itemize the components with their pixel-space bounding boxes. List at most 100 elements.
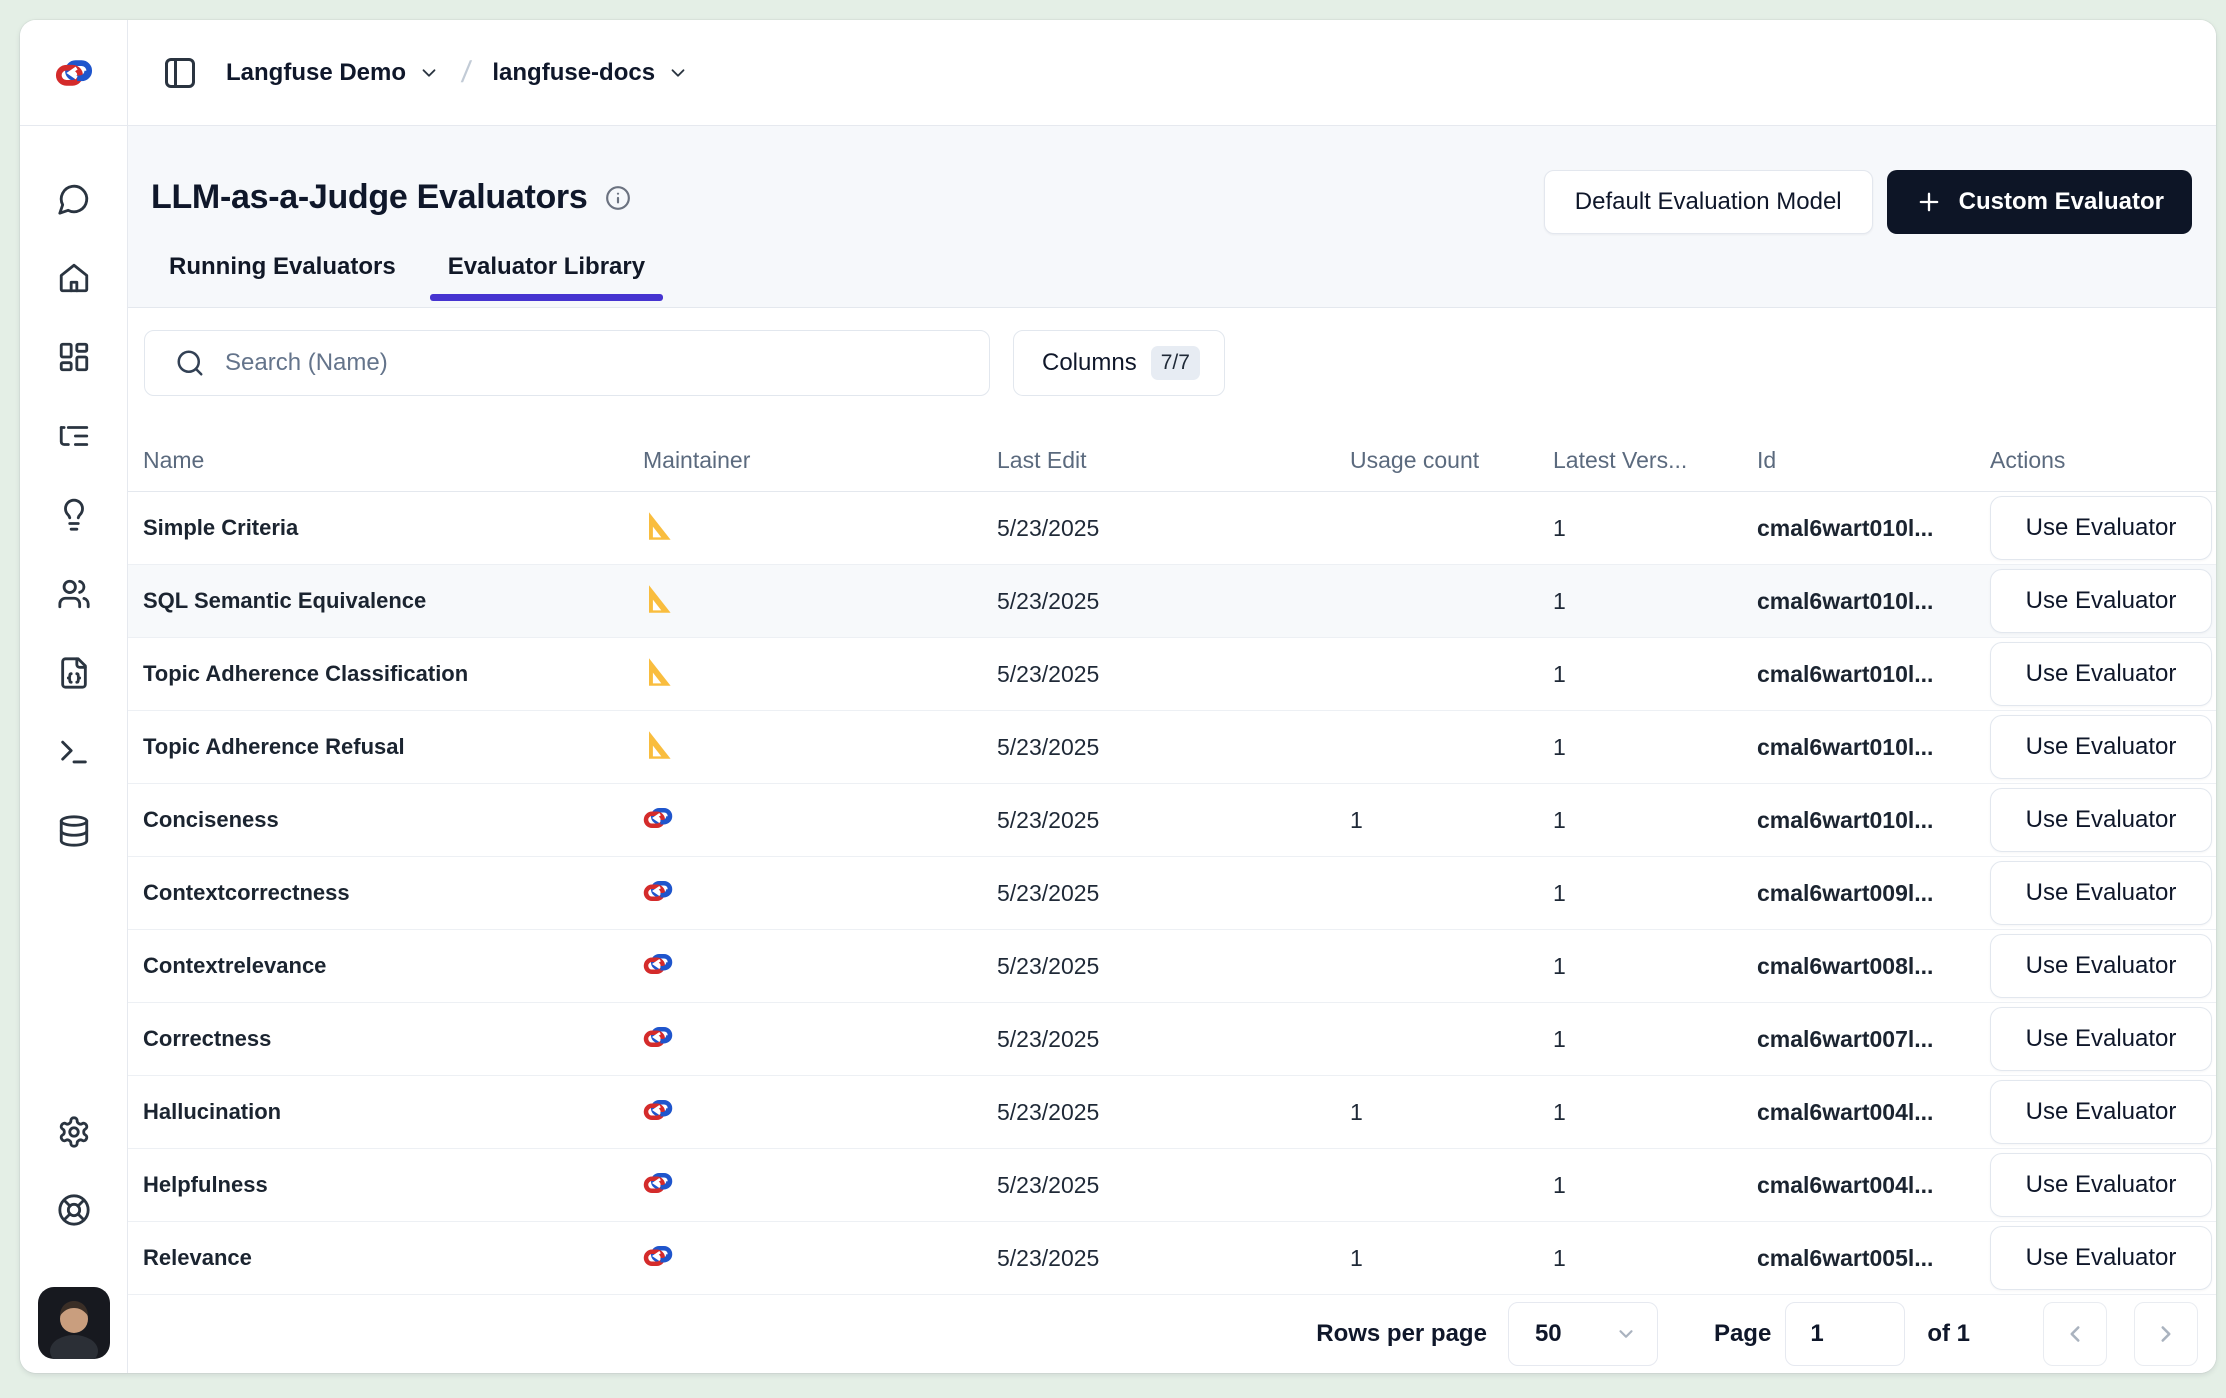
page-header: LLM-as-a-Judge Evaluators Default Evalua… [128, 126, 2216, 308]
database-icon[interactable] [57, 814, 91, 848]
maintainer-cell [643, 1095, 997, 1130]
use-evaluator-button[interactable]: Use Evaluator [1990, 1080, 2212, 1144]
table-row[interactable]: Contextcorrectness 5/23/2025 1 cmal6wart… [128, 857, 2216, 930]
column-header: Maintainer [643, 447, 997, 474]
use-evaluator-button[interactable]: Use Evaluator [1990, 715, 2212, 779]
message-circle-icon[interactable] [57, 182, 91, 216]
chevron-down-icon [667, 62, 689, 84]
table-header-row: NameMaintainerLast EditUsage countLatest… [128, 430, 2216, 492]
user-avatar[interactable] [38, 1287, 110, 1359]
latest-version: 1 [1553, 807, 1757, 834]
last-edit: 5/23/2025 [997, 880, 1350, 907]
table-row[interactable]: SQL Semantic Equivalence 5/23/2025 1 cma… [128, 565, 2216, 638]
maintainer-cell [643, 657, 997, 692]
langfuse-logo-icon [55, 54, 93, 92]
page-label: Page [1714, 1320, 1771, 1348]
top-navigation: Langfuse Demo / langfuse-docs [20, 20, 2216, 126]
chevron-down-icon [418, 62, 440, 84]
sidebar-main-icons [57, 182, 91, 848]
use-evaluator-button[interactable]: Use Evaluator [1990, 569, 2212, 633]
table-row[interactable]: Helpfulness 5/23/2025 1 cmal6wart004l...… [128, 1149, 2216, 1222]
organization-name: Langfuse Demo [226, 59, 406, 87]
tab-running-evaluators[interactable]: Running Evaluators [151, 243, 414, 301]
chevron-right-icon [2153, 1321, 2179, 1347]
terminal-icon[interactable] [57, 735, 91, 769]
file-braces-icon[interactable] [57, 656, 91, 690]
columns-button[interactable]: Columns 7/7 [1013, 330, 1225, 396]
latest-version: 1 [1553, 880, 1757, 907]
settings-gear-icon[interactable] [57, 1115, 91, 1149]
use-evaluator-button[interactable]: Use Evaluator [1990, 1153, 2212, 1217]
columns-label: Columns [1042, 349, 1137, 377]
lightbulb-icon[interactable] [57, 498, 91, 532]
evaluator-name: Hallucination [143, 1099, 643, 1125]
evaluator-id: cmal6wart010l... [1757, 734, 1990, 761]
custom-evaluator-label: Custom Evaluator [1959, 188, 2164, 216]
default-evaluation-model-button[interactable]: Default Evaluation Model [1544, 170, 1873, 234]
project-switcher[interactable]: langfuse-docs [492, 59, 689, 87]
use-evaluator-button[interactable]: Use Evaluator [1990, 642, 2212, 706]
table-row[interactable]: Relevance 5/23/2025 1 1 cmal6wart005l...… [128, 1222, 2216, 1295]
use-evaluator-button[interactable]: Use Evaluator [1990, 1007, 2212, 1071]
home-icon[interactable] [57, 261, 91, 295]
langfuse-maintainer-icon [643, 949, 673, 979]
ragas-maintainer-icon [643, 584, 673, 614]
langfuse-maintainer-icon [643, 1095, 673, 1125]
search-icon [175, 348, 205, 378]
rows-per-page-value: 50 [1535, 1320, 1562, 1348]
ragas-maintainer-icon [643, 730, 673, 760]
custom-evaluator-button[interactable]: Custom Evaluator [1887, 170, 2192, 234]
tab-evaluator-library[interactable]: Evaluator Library [430, 243, 663, 301]
maintainer-cell [643, 1168, 997, 1203]
dashboard-grid-icon[interactable] [57, 340, 91, 374]
evaluator-name: Contextrelevance [143, 953, 643, 979]
latest-version: 1 [1553, 1172, 1757, 1199]
app-logo[interactable] [20, 20, 128, 125]
search-input[interactable] [225, 349, 965, 377]
table-row[interactable]: Simple Criteria 5/23/2025 1 cmal6wart010… [128, 492, 2216, 565]
users-icon[interactable] [57, 577, 91, 611]
sidebar-toggle-button[interactable] [162, 55, 198, 91]
actions-cell: Use Evaluator [1990, 1080, 2216, 1144]
table-row[interactable]: Contextrelevance 5/23/2025 1 cmal6wart00… [128, 930, 2216, 1003]
life-buoy-icon[interactable] [57, 1193, 91, 1227]
evaluator-id: cmal6wart004l... [1757, 1172, 1990, 1199]
table-row[interactable]: Correctness 5/23/2025 1 cmal6wart007l...… [128, 1003, 2216, 1076]
use-evaluator-button[interactable]: Use Evaluator [1990, 1226, 2212, 1290]
use-evaluator-button[interactable]: Use Evaluator [1990, 496, 2212, 560]
actions-cell: Use Evaluator [1990, 496, 2216, 560]
actions-cell: Use Evaluator [1990, 1153, 2216, 1217]
rows-per-page-select[interactable]: 50 [1508, 1302, 1658, 1366]
info-icon[interactable] [605, 185, 631, 211]
evaluator-name: Conciseness [143, 807, 643, 833]
last-edit: 5/23/2025 [997, 734, 1350, 761]
page-input[interactable] [1785, 1302, 1905, 1366]
table-row[interactable]: Hallucination 5/23/2025 1 1 cmal6wart004… [128, 1076, 2216, 1149]
evaluator-id: cmal6wart007l... [1757, 1026, 1990, 1053]
maintainer-cell [643, 730, 997, 765]
latest-version: 1 [1553, 1026, 1757, 1053]
maintainer-cell [643, 803, 997, 838]
list-tree-icon[interactable] [57, 419, 91, 453]
evaluator-id: cmal6wart010l... [1757, 588, 1990, 615]
actions-cell: Use Evaluator [1990, 861, 2216, 925]
latest-version: 1 [1553, 1099, 1757, 1126]
previous-page-button[interactable] [2043, 1302, 2107, 1366]
last-edit: 5/23/2025 [997, 953, 1350, 980]
organization-switcher[interactable]: Langfuse Demo [226, 59, 440, 87]
table-row[interactable]: Conciseness 5/23/2025 1 1 cmal6wart010l.… [128, 784, 2216, 857]
table-row[interactable]: Topic Adherence Refusal 5/23/2025 1 cmal… [128, 711, 2216, 784]
next-page-button[interactable] [2134, 1302, 2198, 1366]
tab-bar: Running Evaluators Evaluator Library [151, 243, 663, 301]
breadcrumb: Langfuse Demo / langfuse-docs [128, 20, 2216, 125]
use-evaluator-button[interactable]: Use Evaluator [1990, 788, 2212, 852]
actions-cell: Use Evaluator [1990, 1007, 2216, 1071]
main-content: LLM-as-a-Judge Evaluators Default Evalua… [128, 126, 2216, 1373]
table-row[interactable]: Topic Adherence Classification 5/23/2025… [128, 638, 2216, 711]
evaluator-name: Relevance [143, 1245, 643, 1271]
use-evaluator-button[interactable]: Use Evaluator [1990, 861, 2212, 925]
last-edit: 5/23/2025 [997, 807, 1350, 834]
use-evaluator-button[interactable]: Use Evaluator [1990, 934, 2212, 998]
usage-count: 1 [1350, 1099, 1553, 1126]
latest-version: 1 [1553, 588, 1757, 615]
